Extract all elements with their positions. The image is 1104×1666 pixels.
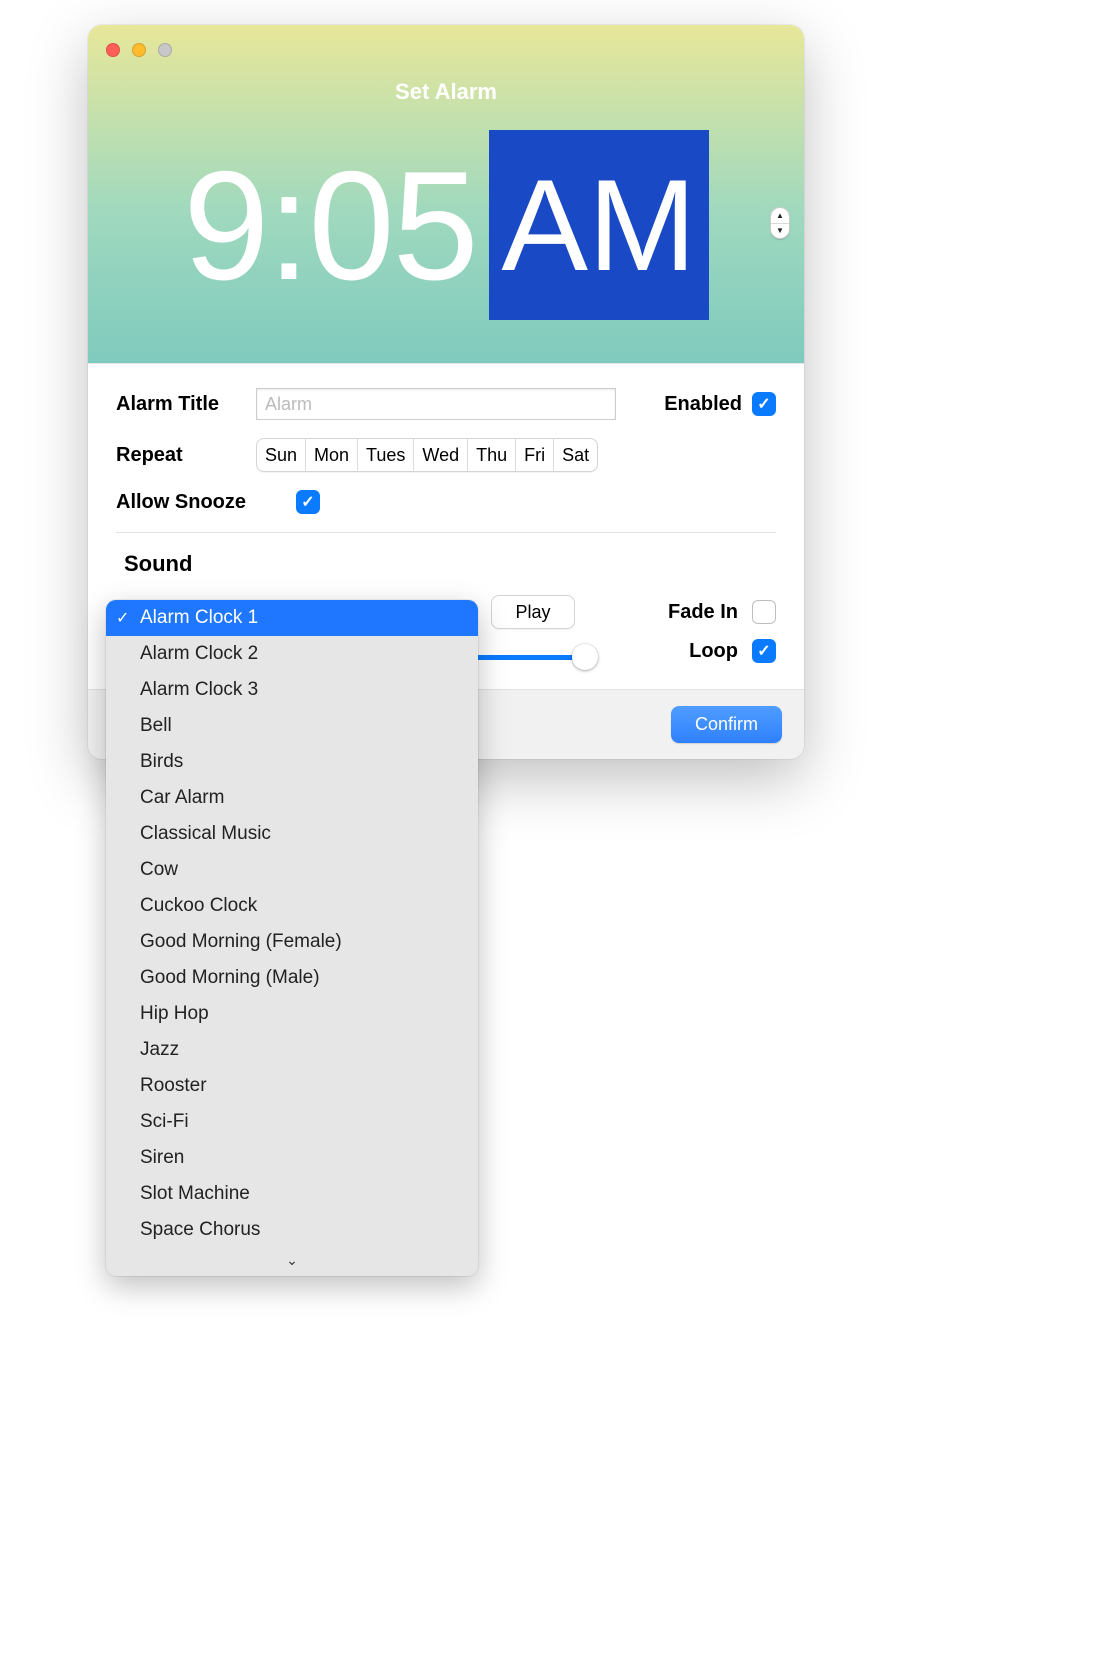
loop-checkbox[interactable]: ✓: [752, 639, 776, 663]
enabled-label: Enabled: [664, 393, 742, 416]
repeat-segment: Sun Mon Tues Wed Thu Fri Sat: [256, 438, 598, 472]
repeat-day-tues[interactable]: Tues: [358, 439, 414, 471]
fade-in-group: Fade In: [668, 600, 776, 624]
time-row: 9:05 AM: [88, 130, 804, 320]
time-stepper[interactable]: ▲ ▼: [770, 207, 790, 239]
sound-option-label: Space Chorus: [140, 1219, 260, 1241]
sound-option[interactable]: Alarm Clock 3: [106, 672, 478, 708]
confirm-button[interactable]: Confirm: [671, 706, 782, 743]
repeat-label: Repeat: [116, 444, 256, 467]
ampm-text: AM: [501, 160, 696, 290]
repeat-row: Repeat Sun Mon Tues Wed Thu Fri Sat: [116, 438, 776, 472]
sound-option[interactable]: Good Morning (Male): [106, 960, 478, 996]
minimize-button[interactable]: [132, 43, 146, 57]
slider-thumb[interactable]: [572, 644, 598, 670]
enabled-group: Enabled ✓: [664, 392, 776, 416]
enabled-checkbox[interactable]: ✓: [752, 392, 776, 416]
sound-option[interactable]: Alarm Clock 2: [106, 636, 478, 672]
sound-option[interactable]: ✓ Alarm Clock 1: [106, 600, 478, 636]
sound-section-title: Sound: [116, 551, 776, 577]
sound-option[interactable]: Jazz: [106, 1032, 478, 1068]
repeat-day-sat[interactable]: Sat: [554, 439, 597, 471]
sound-option-label: Cow: [140, 859, 178, 881]
sound-option-label: Car Alarm: [140, 787, 224, 809]
fade-in-label: Fade In: [668, 601, 738, 624]
stepper-up-icon[interactable]: ▲: [771, 208, 789, 224]
alarm-title-input[interactable]: [256, 388, 616, 420]
alarm-title-row: Alarm Title Enabled ✓: [116, 388, 776, 420]
sound-option-label: Alarm Clock 2: [140, 643, 258, 665]
sound-option-label: Rooster: [140, 1075, 207, 1097]
sound-option-label: Alarm Clock 1: [140, 607, 258, 629]
alarm-title-label: Alarm Title: [116, 393, 256, 416]
loop-label: Loop: [689, 640, 738, 663]
sound-option-label: Classical Music: [140, 823, 271, 845]
sound-option[interactable]: Siren: [106, 1140, 478, 1176]
sound-option-label: Good Morning (Male): [140, 967, 320, 989]
repeat-day-fri[interactable]: Fri: [516, 439, 554, 471]
repeat-day-thu[interactable]: Thu: [468, 439, 516, 471]
sound-option-label: Alarm Clock 3: [140, 679, 258, 701]
sound-option-label: Hip Hop: [140, 1003, 209, 1025]
repeat-day-sun[interactable]: Sun: [257, 439, 306, 471]
close-button[interactable]: [106, 43, 120, 57]
stepper-down-icon[interactable]: ▼: [771, 224, 789, 239]
sound-option[interactable]: Good Morning (Female): [106, 924, 478, 960]
snooze-row: Allow Snooze ✓: [116, 490, 776, 514]
dropdown-scroll-down-icon[interactable]: ⌄: [106, 1248, 478, 1272]
time-display[interactable]: 9:05: [183, 148, 477, 303]
sound-option[interactable]: Birds: [106, 744, 478, 780]
repeat-day-mon[interactable]: Mon: [306, 439, 358, 471]
fade-in-checkbox[interactable]: [752, 600, 776, 624]
divider: [116, 532, 776, 533]
check-icon: ✓: [116, 608, 129, 628]
sound-option-label: Birds: [140, 751, 183, 773]
maximize-button[interactable]: [158, 43, 172, 57]
sound-option[interactable]: Space Chorus: [106, 1212, 478, 1248]
sound-option[interactable]: Sci-Fi: [106, 1104, 478, 1140]
play-button[interactable]: Play: [491, 595, 575, 629]
header: Set Alarm 9:05 AM ▲ ▼: [88, 25, 804, 363]
sound-option-label: Jazz: [140, 1039, 179, 1061]
sound-option[interactable]: Cuckoo Clock: [106, 888, 478, 924]
sound-option[interactable]: Slot Machine: [106, 1176, 478, 1212]
ampm-selector[interactable]: AM: [489, 130, 709, 320]
sound-option[interactable]: Hip Hop: [106, 996, 478, 1032]
allow-snooze-label: Allow Snooze: [116, 491, 296, 514]
sound-option-label: Cuckoo Clock: [140, 895, 257, 917]
loop-group: Loop ✓: [689, 639, 776, 663]
window-controls: [106, 43, 172, 57]
sound-option-label: Siren: [140, 1147, 184, 1169]
sound-dropdown[interactable]: ✓ Alarm Clock 1 Alarm Clock 2 Alarm Clock 3…: [106, 600, 478, 1276]
repeat-day-wed[interactable]: Wed: [414, 439, 468, 471]
sound-option[interactable]: Classical Music: [106, 816, 478, 852]
sound-option-label: Slot Machine: [140, 1183, 250, 1205]
sound-option[interactable]: Rooster: [106, 1068, 478, 1104]
sound-option-label: Good Morning (Female): [140, 931, 342, 953]
window-title: Set Alarm: [88, 79, 804, 105]
sound-option[interactable]: Bell: [106, 708, 478, 744]
allow-snooze-checkbox[interactable]: ✓: [296, 490, 320, 514]
sound-option-label: Sci-Fi: [140, 1111, 189, 1133]
sound-option[interactable]: Car Alarm: [106, 780, 478, 816]
sound-option-label: Bell: [140, 715, 172, 737]
sound-option[interactable]: Cow: [106, 852, 478, 888]
